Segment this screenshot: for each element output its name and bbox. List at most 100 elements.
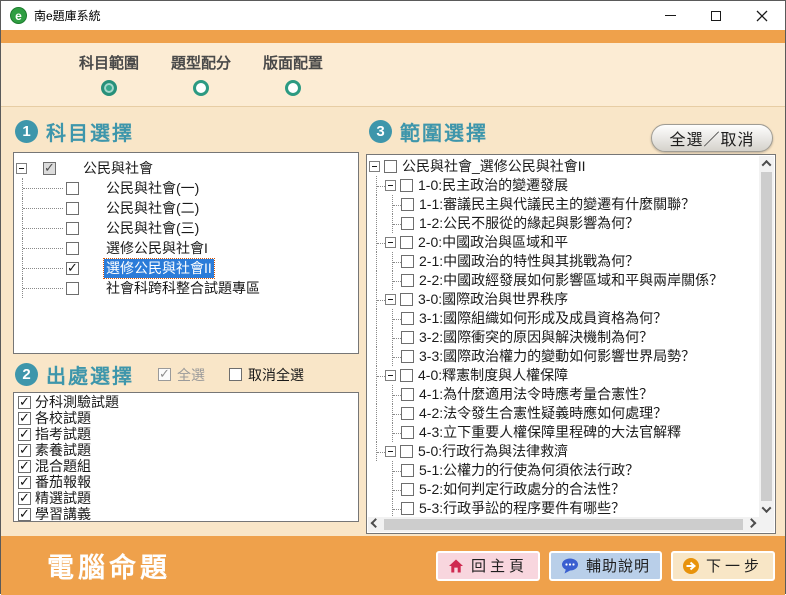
tree-checkbox[interactable]: [401, 407, 414, 420]
tree-item-label[interactable]: 3-2:國際衝突的原因與解決機制為何？: [417, 328, 655, 347]
tree-item-label[interactable]: 5-0:行政行為與法律救濟: [416, 442, 570, 461]
list-checkbox[interactable]: [18, 492, 31, 505]
vertical-scrollbar[interactable]: [759, 156, 774, 517]
tree-item-label[interactable]: 4-1:為什麼適用法令時應考量合憲性？: [417, 385, 655, 404]
range-tree-item[interactable]: 3-2:國際衝突的原因與解決機制為何？: [369, 328, 758, 347]
tree-checkbox[interactable]: [401, 274, 414, 287]
scrollbar-right-button[interactable]: [744, 517, 759, 532]
list-item-label[interactable]: 學習講義: [35, 504, 91, 522]
tree-item-label[interactable]: 3-0:國際政治與世界秩序: [416, 290, 570, 309]
expand-collapse-icon[interactable]: [16, 163, 27, 174]
scrollbar-thumb[interactable]: [761, 172, 772, 501]
tree-checkbox[interactable]: [401, 483, 414, 496]
expand-collapse-icon[interactable]: [385, 237, 396, 248]
subject-tree-item[interactable]: 選修公民與社會I: [16, 238, 358, 258]
list-checkbox[interactable]: [18, 476, 31, 489]
scrollbar-thumb[interactable]: [384, 519, 743, 530]
tree-checkbox[interactable]: [43, 162, 56, 175]
tree-item-label[interactable]: 2-2:中國政經發展如何影響區域和平與兩岸關係？: [417, 271, 725, 290]
expand-collapse-icon[interactable]: [385, 180, 396, 191]
range-tree-item[interactable]: 3-1:國際組織如何形成及成員資格為何？: [369, 309, 758, 328]
tree-checkbox[interactable]: [400, 179, 413, 192]
expand-collapse-icon[interactable]: [369, 161, 380, 172]
tree-item-label[interactable]: 選修公民與社會II: [104, 259, 214, 278]
tree-checkbox[interactable]: [66, 222, 79, 235]
next-button[interactable]: 下一步: [671, 551, 775, 581]
range-tree-item[interactable]: 1-0:民主政治的變遷發展: [369, 176, 758, 195]
scrollbar-up-button[interactable]: [759, 156, 774, 171]
scrollbar-left-button[interactable]: [368, 517, 383, 532]
tree-checkbox[interactable]: [401, 312, 414, 325]
tree-item-label[interactable]: 5-1:公權力的行使為何須依法行政？: [417, 461, 641, 480]
subject-tree-item[interactable]: 公民與社會: [16, 158, 358, 178]
tree-checkbox[interactable]: [400, 293, 413, 306]
list-checkbox[interactable]: [18, 396, 31, 409]
tree-checkbox[interactable]: [401, 331, 414, 344]
range-tree-item[interactable]: 3-0:國際政治與世界秩序: [369, 290, 758, 309]
range-tree-item[interactable]: 5-2:如何判定行政處分的合法性？: [369, 480, 758, 499]
range-tree-item[interactable]: 4-0:釋憲制度與人權保障: [369, 366, 758, 385]
tree-item-label[interactable]: 公民與社會(二): [104, 199, 201, 218]
tree-item-label[interactable]: 選修公民與社會I: [104, 239, 210, 258]
range-tree-item[interactable]: 2-0:中國政治與區域和平: [369, 233, 758, 252]
range-tree-item[interactable]: 5-1:公權力的行使為何須依法行政？: [369, 461, 758, 480]
tree-item-label[interactable]: 4-3:立下重要人權保障里程碑的大法官解釋: [417, 423, 683, 442]
range-tree-item[interactable]: 5-0:行政行為與法律救濟: [369, 442, 758, 461]
tree-item-label[interactable]: 2-1:中國政治的特性與其挑戰為何？: [417, 252, 641, 271]
range-tree-item[interactable]: 3-3:國際政治權力的變動如何影響世界局勢？: [369, 347, 758, 366]
tree-checkbox[interactable]: [384, 160, 397, 173]
tree-item-label[interactable]: 5-3:行政爭訟的程序要件有哪些？: [417, 499, 627, 516]
tree-item-label[interactable]: 1-2:公民不服從的緣起與影響為何？: [417, 214, 641, 233]
tree-checkbox[interactable]: [66, 182, 79, 195]
select-all-checkbox[interactable]: 全選: [158, 365, 205, 385]
help-button[interactable]: 輔助說明: [549, 551, 662, 581]
horizontal-scrollbar[interactable]: [368, 517, 759, 532]
list-checkbox[interactable]: [18, 412, 31, 425]
list-checkbox[interactable]: [18, 444, 31, 457]
subject-tree-item[interactable]: 公民與社會(一): [16, 178, 358, 198]
tree-checkbox[interactable]: [400, 369, 413, 382]
tree-checkbox[interactable]: [401, 350, 414, 363]
tree-item-label[interactable]: 3-1:國際組織如何形成及成員資格為何？: [417, 309, 669, 328]
tree-item-label[interactable]: 公民與社會_選修公民與社會II: [400, 157, 588, 176]
list-checkbox[interactable]: [18, 460, 31, 473]
tree-checkbox[interactable]: [401, 198, 414, 211]
tree-item-label[interactable]: 3-3:國際政治權力的變動如何影響世界局勢？: [417, 347, 697, 366]
source-list-item[interactable]: 學習講義: [16, 506, 358, 522]
subject-tree-item[interactable]: 社會科跨科整合試題專區: [16, 278, 358, 298]
range-tree-item[interactable]: 公民與社會_選修公民與社會II: [369, 157, 758, 176]
close-button[interactable]: [739, 1, 785, 30]
tree-checkbox[interactable]: [401, 426, 414, 439]
subject-tree-item[interactable]: 公民與社會(三): [16, 218, 358, 238]
select-toggle-button[interactable]: 全選／取消: [651, 124, 773, 152]
tree-checkbox[interactable]: [66, 202, 79, 215]
tree-checkbox[interactable]: [66, 262, 79, 275]
range-tree-item[interactable]: 4-1:為什麼適用法令時應考量合憲性？: [369, 385, 758, 404]
list-checkbox[interactable]: [18, 428, 31, 441]
subject-tree-item[interactable]: 公民與社會(二): [16, 198, 358, 218]
range-tree-item[interactable]: 1-2:公民不服從的緣起與影響為何？: [369, 214, 758, 233]
tree-checkbox[interactable]: [401, 217, 414, 230]
tree-item-label[interactable]: 4-0:釋憲制度與人權保障: [416, 366, 570, 385]
tree-item-label[interactable]: 公民與社會(一): [104, 179, 201, 198]
tree-checkbox[interactable]: [401, 464, 414, 477]
list-checkbox[interactable]: [18, 508, 31, 521]
tree-item-label[interactable]: 1-1:審議民主與代議民主的變遷有什麼關聯？: [417, 195, 697, 214]
home-button[interactable]: 回主頁: [436, 551, 540, 581]
tree-checkbox[interactable]: [66, 242, 79, 255]
tree-item-label[interactable]: 1-0:民主政治的變遷發展: [416, 176, 570, 195]
range-tree-item[interactable]: 1-1:審議民主與代議民主的變遷有什麼關聯？: [369, 195, 758, 214]
tree-checkbox[interactable]: [400, 236, 413, 249]
tree-item-label[interactable]: 2-0:中國政治與區域和平: [416, 233, 570, 252]
minimize-button[interactable]: [647, 1, 693, 30]
tree-checkbox[interactable]: [401, 388, 414, 401]
subject-tree-item[interactable]: 選修公民與社會II: [16, 258, 358, 278]
range-tree-item[interactable]: 4-2:法令發生合憲性疑義時應如何處理？: [369, 404, 758, 423]
tree-checkbox[interactable]: [400, 445, 413, 458]
expand-collapse-icon[interactable]: [385, 294, 396, 305]
tree-checkbox[interactable]: [401, 255, 414, 268]
tree-item-label[interactable]: 社會科跨科整合試題專區: [104, 279, 262, 298]
range-tree-item[interactable]: 2-2:中國政經發展如何影響區域和平與兩岸關係？: [369, 271, 758, 290]
range-tree-item[interactable]: 4-3:立下重要人權保障里程碑的大法官解釋: [369, 423, 758, 442]
tree-item-label[interactable]: 公民與社會: [81, 159, 155, 178]
